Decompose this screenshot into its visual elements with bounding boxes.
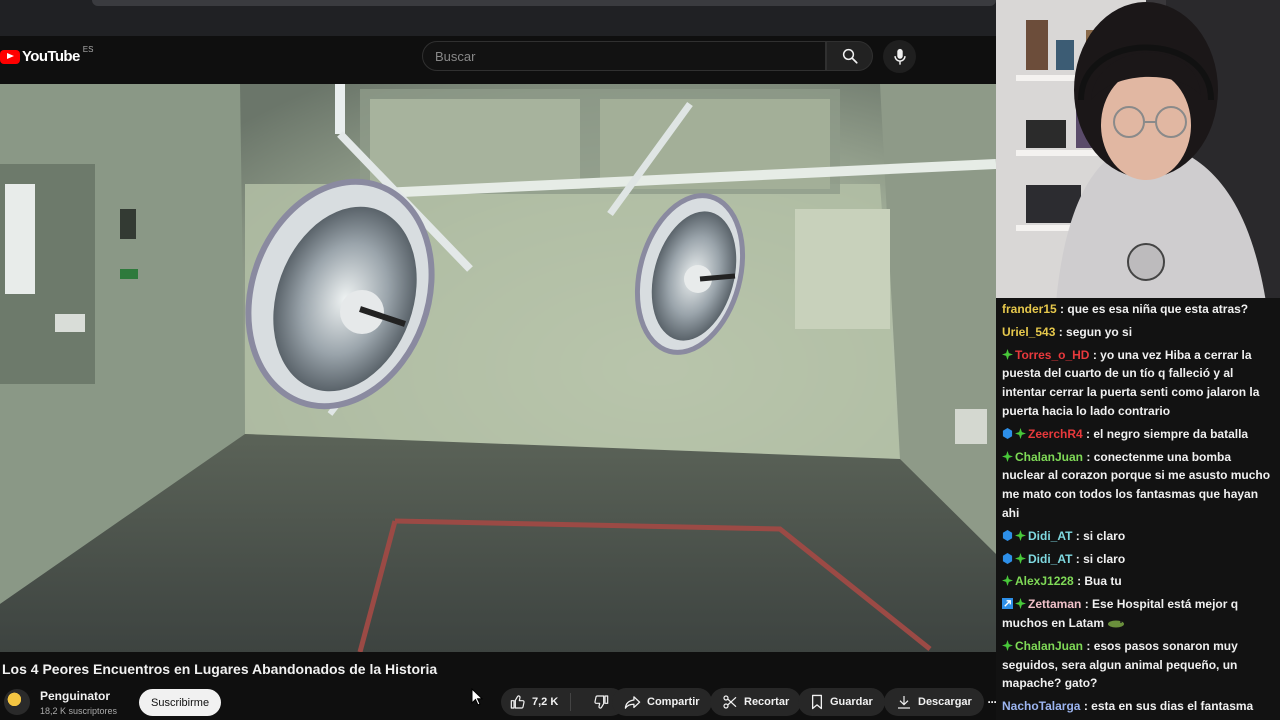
channel-avatar[interactable]	[4, 689, 30, 715]
chat-username[interactable]: Uriel_543	[1002, 325, 1055, 339]
chat-text: : el negro siempre da batalla	[1086, 426, 1249, 441]
like-dislike-group: 7,2 K	[501, 688, 625, 716]
subscriber-badge-icon	[1015, 552, 1026, 564]
youtube-window: YouTube ES Buscar Los 4 Peores Encuentro…	[0, 0, 996, 720]
subscriber-badge-icon	[1015, 427, 1026, 439]
channel-name[interactable]: Penguinator	[40, 689, 117, 703]
chat-username[interactable]: NachoTalarga	[1002, 699, 1080, 713]
prime-badge-icon	[1002, 529, 1013, 541]
subscribe-button[interactable]: Suscribirme	[139, 689, 222, 716]
share-label: Compartir	[647, 696, 700, 708]
thumbs-down-icon	[594, 695, 609, 709]
chat-message: Didi_AT : si claro	[1002, 548, 1276, 571]
chat-text: : si claro	[1075, 528, 1126, 543]
chat-message: Torres_o_HD : yo una vez Hiba a cerrar l…	[1002, 344, 1276, 423]
save-label: Guardar	[830, 696, 873, 708]
subscriber-badge-icon	[1002, 348, 1013, 360]
download-button[interactable]: Descargar	[884, 688, 984, 716]
search-box[interactable]	[422, 41, 826, 71]
subscriber-badge-icon	[1002, 450, 1013, 462]
chat-message: Zettaman : Ese Hospital está mejor q muc…	[1002, 593, 1276, 635]
prime-badge-icon	[1002, 552, 1013, 564]
chat-username[interactable]: ChalanJuan	[1015, 450, 1083, 464]
chat-message: AlexJ1228 : Bua tu	[1002, 570, 1276, 593]
chat-username[interactable]: ChalanJuan	[1015, 639, 1083, 653]
video-frame-operating-room	[0, 84, 996, 652]
logo-country-code: ES	[82, 45, 94, 54]
chat-username[interactable]: ZeerchR4	[1028, 427, 1083, 441]
chat-text: : que es esa niña que esta atras?	[1060, 302, 1249, 316]
chat-text: : segun yo si	[1058, 324, 1133, 339]
stream-chat: frander15 : que es esa niña que esta atr…	[996, 298, 1280, 720]
subscriber-badge-icon	[1015, 529, 1026, 541]
youtube-header: YouTube ES	[0, 36, 996, 84]
like-divider	[570, 693, 571, 711]
like-button[interactable]: 7,2 K	[501, 688, 561, 716]
subscriber-badge-icon	[1015, 598, 1026, 610]
crocodile-emote-icon	[1108, 620, 1125, 628]
download-icon	[898, 696, 910, 709]
webcam-feed	[996, 0, 1280, 302]
download-label: Descargar	[918, 696, 972, 708]
youtube-logo[interactable]: YouTube ES	[0, 45, 94, 65]
chat-message: NachoTalarga : esta en sus dias el fanta…	[1002, 695, 1276, 718]
mic-icon	[893, 48, 906, 65]
share-button[interactable]: Compartir	[612, 688, 712, 716]
chat-message: ZeerchR4 : el negro siempre da batalla	[1002, 423, 1276, 446]
chat-username[interactable]: Zettaman	[1028, 597, 1081, 611]
more-actions-button[interactable]: ···	[981, 691, 997, 713]
chat-message: Uriel_543 : segun yo si	[1002, 321, 1276, 344]
chat-text: : Bua tu	[1077, 574, 1122, 589]
scissors-icon	[723, 695, 737, 709]
clip-label: Recortar	[744, 696, 790, 708]
mouse-cursor-icon	[471, 688, 483, 706]
prime-badge-icon	[1002, 427, 1013, 439]
search-icon	[842, 48, 858, 64]
chat-username[interactable]: AlexJ1228	[1015, 574, 1074, 588]
chat-username[interactable]: Torres_o_HD	[1015, 348, 1089, 362]
webcam-streamer-image	[996, 0, 1280, 302]
like-count: 7,2 K	[532, 696, 559, 708]
share-arrow-icon	[624, 695, 641, 709]
search-button[interactable]	[826, 41, 873, 71]
video-title: Los 4 Peores Encuentros en Lugares Aband…	[2, 661, 438, 677]
subscriber-badge-icon	[1002, 575, 1013, 587]
voice-search-button[interactable]	[883, 40, 916, 73]
bookmark-icon	[811, 694, 823, 710]
chat-message: frander15 : que es esa niña que esta atr…	[1002, 298, 1276, 321]
screen: YouTube ES Buscar Los 4 Peores Encuentro…	[0, 0, 1280, 720]
chat-message: Didi_AT : si claro	[1002, 525, 1276, 548]
logo-text: YouTube	[22, 48, 80, 65]
chat-text: : si claro	[1075, 551, 1126, 566]
chat-text: : esta en sus dias el fantasma	[1083, 699, 1254, 714]
arrow-badge-icon	[1002, 598, 1013, 610]
save-button[interactable]: Guardar	[798, 688, 885, 716]
channel-info[interactable]: Penguinator 18,2 K suscriptores	[4, 686, 117, 718]
chat-message: ChalanJuan : esos pasos sonaron muy segu…	[1002, 635, 1276, 695]
chat-username[interactable]: Didi_AT	[1028, 552, 1072, 566]
subscriber-count: 18,2 K suscriptores	[40, 705, 118, 716]
clip-button[interactable]: Recortar	[710, 688, 802, 716]
browser-top-bar	[0, 0, 996, 36]
search-input[interactable]	[423, 42, 825, 70]
chat-message-list: frander15 : que es esa niña que esta atr…	[1002, 298, 1276, 720]
more-dots-icon: ···	[987, 695, 997, 709]
youtube-play-icon	[0, 49, 20, 64]
subscriber-badge-icon	[1002, 639, 1013, 651]
chat-username[interactable]: frander15	[1002, 302, 1057, 316]
chat-message: ChalanJuan : conectenme una bomba nuclea…	[1002, 446, 1276, 525]
video-player[interactable]	[0, 84, 996, 652]
chat-username[interactable]: Didi_AT	[1028, 529, 1072, 543]
thumbs-up-icon	[510, 695, 525, 709]
